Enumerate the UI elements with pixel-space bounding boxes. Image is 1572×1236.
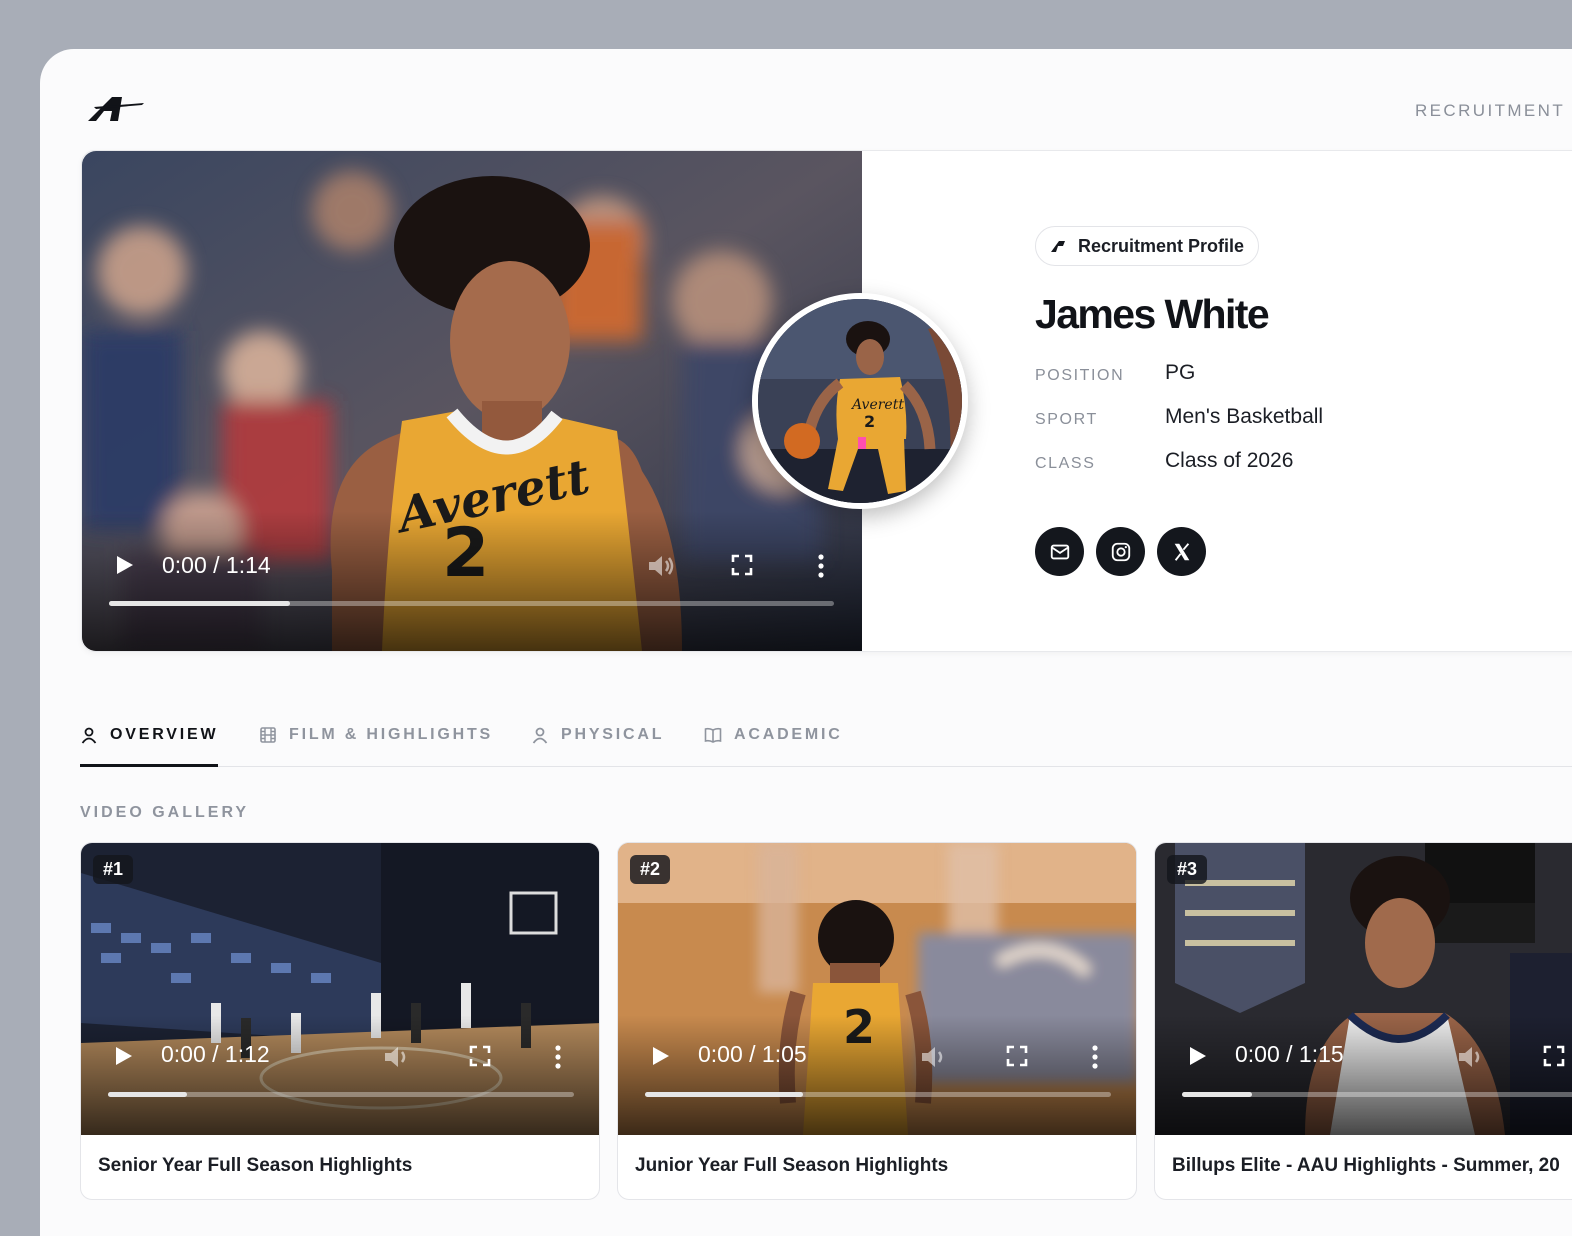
info-label: POSITION	[1035, 367, 1125, 384]
x-button[interactable]	[1157, 527, 1206, 576]
video-title: Senior Year Full Season Highlights	[98, 1155, 413, 1176]
rank-badge: #1	[93, 855, 134, 884]
play-icon[interactable]	[648, 1044, 672, 1068]
hero-video-controls: 0:00 / 1:14	[82, 541, 862, 651]
tab-label: ACADEMIC	[734, 726, 843, 743]
info-label: CLASS	[1035, 455, 1096, 472]
book-icon	[704, 727, 722, 743]
badge-label: Recruitment Profile	[1078, 235, 1245, 256]
instagram-icon	[1111, 542, 1130, 561]
tab-label: OVERVIEW	[110, 726, 219, 743]
video-progress-track[interactable]	[645, 1092, 1111, 1097]
volume-icon[interactable]	[920, 1044, 950, 1070]
video-time: 0:00 / 1:14	[162, 552, 271, 578]
hero-video-player[interactable]: Averett 2 0:00 / 1:14	[82, 151, 862, 651]
avatar-photo: Averett 2	[758, 299, 962, 503]
more-options-icon[interactable]	[553, 1044, 563, 1070]
card-video-player[interactable]: #3 0:00 / 1:15	[1155, 843, 1572, 1135]
more-options-icon[interactable]	[1090, 1044, 1100, 1070]
tab-label: FILM & HIGHLIGHTS	[289, 726, 494, 743]
video-progress-fill	[109, 601, 291, 606]
video-progress-track[interactable]	[109, 601, 834, 606]
brand-mark-icon	[1051, 241, 1065, 252]
volume-icon[interactable]	[1457, 1044, 1487, 1070]
card-video-player[interactable]: 2 #2 0:00 / 1:05	[618, 843, 1136, 1135]
profile-hero: Averett 2 0:00 / 1:14	[81, 150, 1572, 652]
info-label: SPORT	[1035, 411, 1098, 428]
video-time: 0:00 / 1:15	[1235, 1041, 1344, 1067]
svg-text:2: 2	[864, 412, 875, 431]
tab-label: PHYSICAL	[561, 726, 665, 743]
film-icon	[260, 727, 276, 743]
video-gallery-title: VIDEO GALLERY	[80, 804, 250, 821]
play-icon[interactable]	[111, 1044, 135, 1068]
athlete-name: James White	[1035, 291, 1270, 337]
mail-icon	[1050, 544, 1069, 559]
video-time: 0:00 / 1:12	[161, 1041, 270, 1067]
video-title: Billups Elite - AAU Highlights - Summer,…	[1172, 1155, 1560, 1176]
user-icon	[532, 727, 548, 744]
play-icon[interactable]	[1185, 1044, 1209, 1068]
video-progress-track[interactable]	[1182, 1092, 1572, 1097]
video-progress-track[interactable]	[108, 1092, 574, 1097]
more-options-icon[interactable]	[816, 553, 826, 579]
video-progress-fill	[1182, 1092, 1252, 1097]
video-card-2[interactable]: 2 #2 0:00 / 1:05 Junior Year Full Season…	[617, 842, 1137, 1200]
rank-badge: #3	[1167, 855, 1208, 884]
x-icon	[1174, 542, 1189, 561]
tab-academic[interactable]: ACADEMIC	[704, 720, 843, 767]
recruitment-profile-badge: Recruitment Profile	[1035, 226, 1260, 266]
card-video-controls: 0:00 / 1:12	[81, 1035, 599, 1135]
card-video-controls: 0:00 / 1:05	[618, 1035, 1136, 1135]
fullscreen-icon[interactable]	[468, 1044, 492, 1068]
instagram-button[interactable]	[1096, 527, 1145, 576]
video-card-3[interactable]: #3 0:00 / 1:15 Billups Elite - AAU Highl…	[1154, 842, 1572, 1200]
fullscreen-icon[interactable]	[1542, 1044, 1566, 1068]
info-value: PG	[1165, 361, 1196, 384]
video-title: Junior Year Full Season Highlights	[635, 1155, 949, 1176]
avatar: Averett 2	[752, 293, 968, 509]
info-value: Men's Basketball	[1165, 405, 1324, 428]
email-button[interactable]	[1035, 527, 1084, 576]
video-progress-fill	[645, 1092, 804, 1097]
svg-text:Averett: Averett	[850, 397, 904, 413]
profile-tabs: OVERVIEW FILM & HIGHLIGHTS PHYSICAL ACAD…	[80, 720, 1572, 767]
card-video-player[interactable]: #1 0:00 / 1:12	[81, 843, 599, 1135]
user-icon	[81, 727, 97, 744]
top-nav-recruitment[interactable]: RECRUITMENT P	[1415, 101, 1572, 121]
fullscreen-icon[interactable]	[1005, 1044, 1029, 1068]
fullscreen-icon[interactable]	[730, 553, 754, 577]
video-time: 0:00 / 1:05	[698, 1041, 807, 1067]
play-icon[interactable]	[112, 553, 136, 577]
rank-badge: #2	[630, 855, 671, 884]
card-video-controls: 0:00 / 1:15	[1155, 1035, 1572, 1135]
volume-icon[interactable]	[647, 553, 677, 579]
social-links	[1035, 527, 1206, 576]
info-value: Class of 2026	[1165, 449, 1294, 472]
app-window: RECRUITMENT P Averett 0:00 / 1:14 Averet…	[40, 49, 1572, 1236]
video-progress-fill	[108, 1092, 188, 1097]
tab-overview[interactable]: OVERVIEW	[80, 720, 219, 767]
brand-logo-icon[interactable]	[86, 93, 146, 123]
volume-icon[interactable]	[383, 1044, 413, 1070]
tab-physical[interactable]: PHYSICAL	[531, 720, 664, 767]
tab-film-highlights[interactable]: FILM & HIGHLIGHTS	[259, 720, 493, 767]
video-card-1[interactable]: #1 0:00 / 1:12 Senior Year Full Season H…	[80, 842, 600, 1200]
